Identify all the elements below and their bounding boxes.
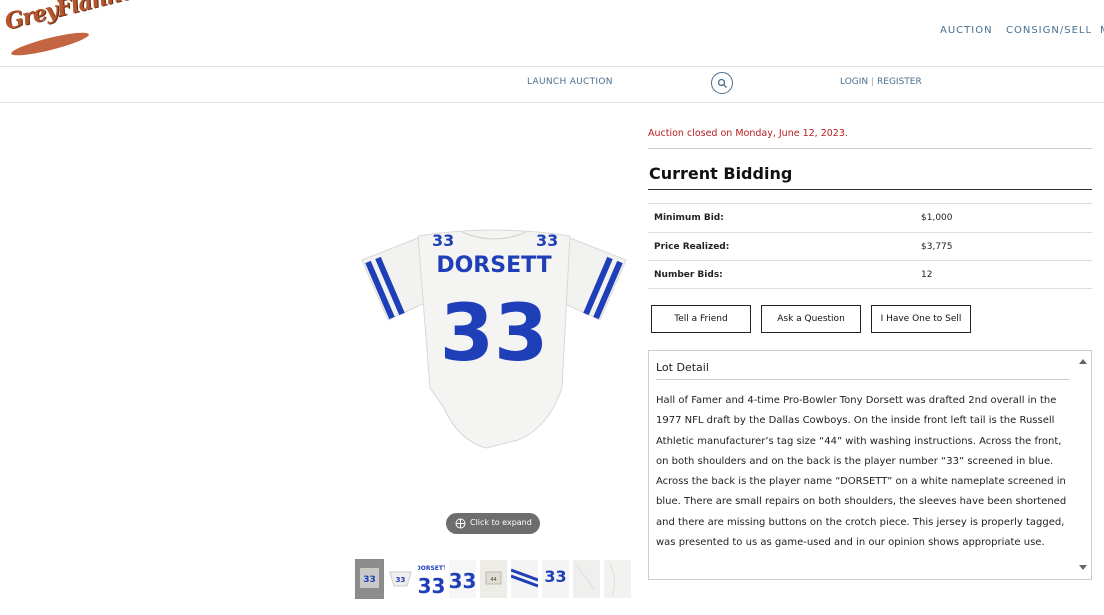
logo-swoosh <box>9 28 91 60</box>
heading-underline <box>648 189 1092 190</box>
jersey-name-text: DORSETT <box>436 253 551 278</box>
divider <box>648 288 1092 289</box>
svg-text:33: 33 <box>536 231 558 250</box>
bid-row-number-bids: Number Bids: 12 <box>648 260 1092 289</box>
thumbnail-5[interactable]: 44 <box>480 560 507 598</box>
svg-text:33: 33 <box>418 574 445 598</box>
bid-row-label: Minimum Bid: <box>654 213 724 223</box>
nav-consign-link[interactable]: CONSIGN/SELL <box>1006 25 1092 36</box>
current-bidding-heading: Current Bidding <box>649 164 793 183</box>
jersey-photo: 33 33 DORSETT 33 <box>361 229 627 449</box>
top-header: GreyFlannel AUCTION CONSIGN/SELL M <box>0 0 1104 67</box>
svg-text:33: 33 <box>363 575 376 585</box>
bid-row-value: $1,000 <box>921 213 953 223</box>
bid-row-minimum: Minimum Bid: $1,000 <box>648 203 1092 232</box>
click-to-expand-button[interactable]: Click to expand <box>446 513 540 534</box>
launch-auction-link[interactable]: LAUNCH AUCTION <box>527 77 613 87</box>
bid-row-value: 12 <box>921 270 933 280</box>
bid-row-value: $3,775 <box>921 242 953 252</box>
thumbnail-1[interactable]: 33 <box>355 559 384 599</box>
thumbnail-9[interactable] <box>604 560 631 598</box>
i-have-one-to-sell-button[interactable]: I Have One to Sell <box>871 305 971 333</box>
search-button[interactable] <box>711 72 733 94</box>
register-link[interactable]: REGISTER <box>877 77 922 87</box>
lot-detail-description: Hall of Famer and 4-time Pro-Bowler Tony… <box>656 395 1067 549</box>
bid-row-label: Number Bids: <box>654 270 723 280</box>
nav-more-link[interactable]: M <box>1100 25 1104 36</box>
sub-header: LAUNCH AUCTION LOGIN | REGISTER <box>0 66 1104 103</box>
login-link[interactable]: LOGIN <box>840 77 868 87</box>
divider <box>648 148 1092 149</box>
jersey-number-text: 33 <box>440 289 549 379</box>
lot-detail-panel[interactable]: Lot Detail Hall of Famer and 4-time Pro-… <box>648 350 1092 580</box>
tell-a-friend-button[interactable]: Tell a Friend <box>651 305 751 333</box>
logo-text: GreyFlannel <box>2 0 143 36</box>
scroll-up-arrow-icon[interactable] <box>1079 359 1087 364</box>
ask-a-question-button[interactable]: Ask a Question <box>761 305 861 333</box>
nav-auction-link[interactable]: AUCTION <box>940 25 993 36</box>
bid-row-price-realized: Price Realized: $3,775 <box>648 232 1092 261</box>
expand-label: Click to expand <box>470 518 532 527</box>
thumbnail-6[interactable] <box>511 560 538 598</box>
auction-status: Auction closed on Monday, June 12, 2023. <box>648 128 848 139</box>
lot-detail-title: Lot Detail <box>656 361 709 374</box>
site-logo[interactable]: GreyFlannel <box>2 0 143 60</box>
lot-detail-divider <box>656 379 1070 380</box>
thumbnail-2[interactable]: 33 <box>387 560 414 598</box>
svg-text:44: 44 <box>490 577 496 583</box>
search-icon <box>717 78 727 88</box>
svg-text:33: 33 <box>544 567 566 586</box>
thumbnail-8[interactable] <box>573 560 600 598</box>
svg-text:33: 33 <box>396 576 406 584</box>
scroll-down-arrow-icon[interactable] <box>1079 565 1087 570</box>
thumbnail-4[interactable]: 33 <box>449 560 476 598</box>
login-register-separator: | <box>871 77 875 87</box>
svg-text:DORSETT: DORSETT <box>418 565 445 572</box>
svg-text:33: 33 <box>449 569 476 593</box>
expand-crosshair-icon <box>455 518 466 529</box>
jersey-main-image[interactable]: 33 33 DORSETT 33 <box>358 228 630 452</box>
thumbnail-3[interactable]: DORSETT 33 <box>418 560 445 598</box>
bid-row-label: Price Realized: <box>654 242 730 252</box>
thumbnail-7[interactable]: 33 <box>542 560 569 598</box>
svg-text:33: 33 <box>432 231 454 250</box>
